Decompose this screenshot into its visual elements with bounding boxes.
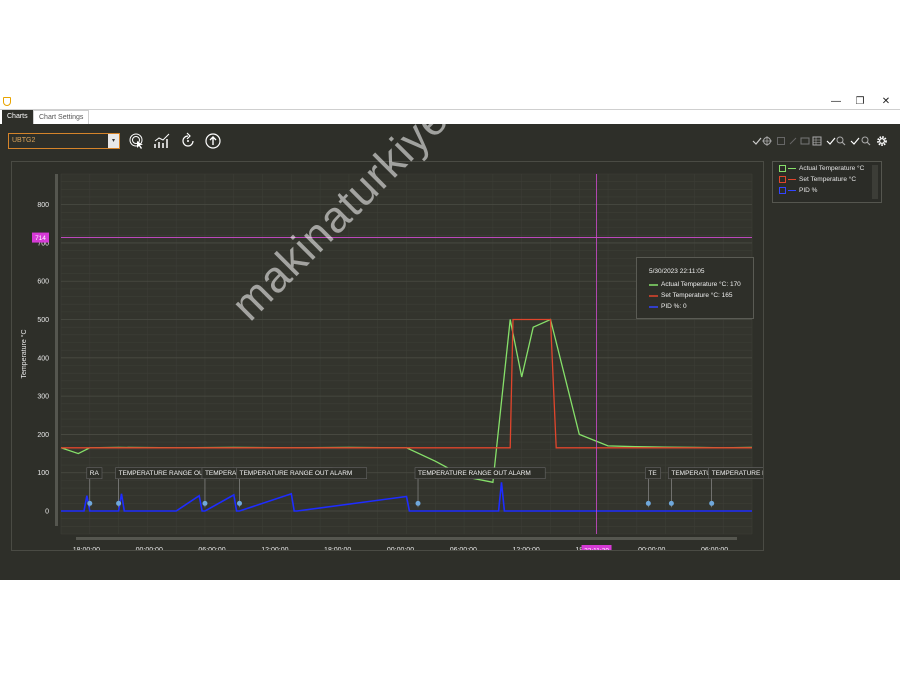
device-select[interactable]: UBTG2 ▾ [8, 133, 120, 149]
chevron-down-icon[interactable]: ▾ [108, 134, 119, 148]
cursor-x-label: 22:11:30 [584, 548, 609, 551]
alarm-point [237, 500, 243, 506]
x-tick-label: 00:00:00 [136, 547, 163, 550]
crosshair-icon[interactable] [762, 136, 772, 146]
legend-item-pid[interactable]: PID % [779, 186, 817, 196]
x-tick-label: 06:00:00 [701, 547, 728, 550]
y-tick-label: 600 [37, 279, 49, 286]
y-tick-label: 800 [37, 202, 49, 209]
legend-label: PID % [799, 187, 818, 194]
check-icon[interactable] [752, 136, 762, 146]
temperature-chart[interactable]: 800700600500400300200100018:00:0000:00:0… [12, 162, 812, 555]
y-tick-label: 300 [37, 394, 49, 401]
table-icon[interactable] [812, 136, 822, 146]
settings-gear-icon[interactable] [883, 111, 895, 123]
alarm-point [668, 500, 674, 506]
alarm-label: TEMPERATURE RANGE OUT [712, 470, 763, 477]
trend-icon[interactable] [153, 132, 171, 150]
chart-panel: 800700600500400300200100018:00:0000:00:0… [11, 161, 812, 555]
tooltip-pid: PID %: 0 [661, 303, 687, 310]
tooltip-swatches [649, 284, 658, 308]
close-button[interactable]: ✕ [874, 95, 898, 109]
cursor-y-label: 714 [35, 235, 46, 242]
cursor-tooltip: 5/30/2023 22:11:05 Actual Temperature °C… [636, 257, 754, 319]
horizontal-scrollbar [76, 537, 737, 540]
x-tick-label: 00:00:00 [387, 547, 414, 550]
alarm-label: TEMPERATURE RANGE OUT ALARM [418, 470, 531, 477]
box-icon[interactable] [776, 136, 786, 146]
alarm-label: TEMPERATURE RANGE OUT [119, 470, 208, 477]
legend-item-set-temperature[interactable]: Set Temperature °C [779, 175, 856, 185]
device-select-value: UBTG2 [12, 137, 36, 144]
check-icon[interactable] [826, 136, 836, 146]
minimize-button[interactable]: — [824, 95, 848, 109]
legend-item-actual-temperature[interactable]: Actual Temperature °C [779, 164, 864, 174]
x-tick-label: 12:00:00 [513, 547, 540, 550]
alarm-point [116, 500, 122, 506]
pointer-icon[interactable] [788, 136, 798, 146]
maximize-button[interactable]: ❐ [848, 95, 872, 109]
touch-icon[interactable] [128, 132, 146, 150]
y-tick-label: 500 [37, 317, 49, 324]
y-tick-label: 0 [45, 509, 49, 516]
checkbox-icon[interactable] [779, 164, 786, 172]
alarm-label: RA [90, 470, 100, 477]
legend-scrollbar[interactable] [872, 165, 878, 199]
tooltip-time: 5/30/2023 22:11:05 [649, 268, 705, 275]
vertical-scrollbar [55, 174, 58, 526]
alarm-point [87, 500, 93, 506]
y-tick-label: 100 [37, 470, 49, 477]
checkbox-icon[interactable] [779, 186, 786, 194]
y-tick-label: 400 [37, 355, 49, 362]
x-tick-label: 06:00:00 [450, 547, 477, 550]
x-tick-label: 18:00:00 [324, 547, 351, 550]
upload-icon[interactable] [204, 132, 222, 150]
alarm-point [415, 500, 421, 506]
legend-label: Actual Temperature °C [799, 165, 865, 172]
alarm-point [202, 500, 208, 506]
reset-icon[interactable] [179, 132, 197, 150]
x-tick-label: 06:00:00 [198, 547, 225, 550]
chart-legend: Actual Temperature °C Set Temperature °C… [772, 161, 882, 203]
gear-icon[interactable] [876, 135, 888, 147]
legend-label: Set Temperature °C [799, 176, 857, 183]
search-icon[interactable] [861, 136, 871, 146]
x-tick-label: 00:00:00 [638, 547, 665, 550]
alarm-point [645, 500, 651, 506]
select-box-icon[interactable] [800, 136, 810, 146]
app-logo-icon [3, 97, 11, 106]
x-tick-label: 12:00:00 [261, 547, 288, 550]
y-tick-label: 200 [37, 432, 49, 439]
tab-chart-settings[interactable]: Chart Settings [33, 110, 90, 124]
x-tick-label: 18:00:00 [73, 547, 100, 550]
tab-charts[interactable]: Charts [2, 110, 33, 124]
app-window: — ❐ ✕ Charts Chart Settings UBTG2 ▾ 800 … [0, 95, 900, 580]
alarm-label: TE [648, 470, 657, 477]
tooltip-actual: Actual Temperature °C: 170 [661, 281, 741, 288]
tooltip-set: Set Temperature °C: 165 [661, 292, 733, 299]
check-icon[interactable] [850, 136, 860, 146]
zoom-icon[interactable] [836, 136, 846, 146]
alarm-label: TEMPERATURE RANGE OUT ALARM [240, 470, 353, 477]
y-axis-label: Temperature °C [20, 329, 28, 378]
checkbox-icon[interactable] [779, 175, 786, 183]
alarm-point [709, 500, 715, 506]
